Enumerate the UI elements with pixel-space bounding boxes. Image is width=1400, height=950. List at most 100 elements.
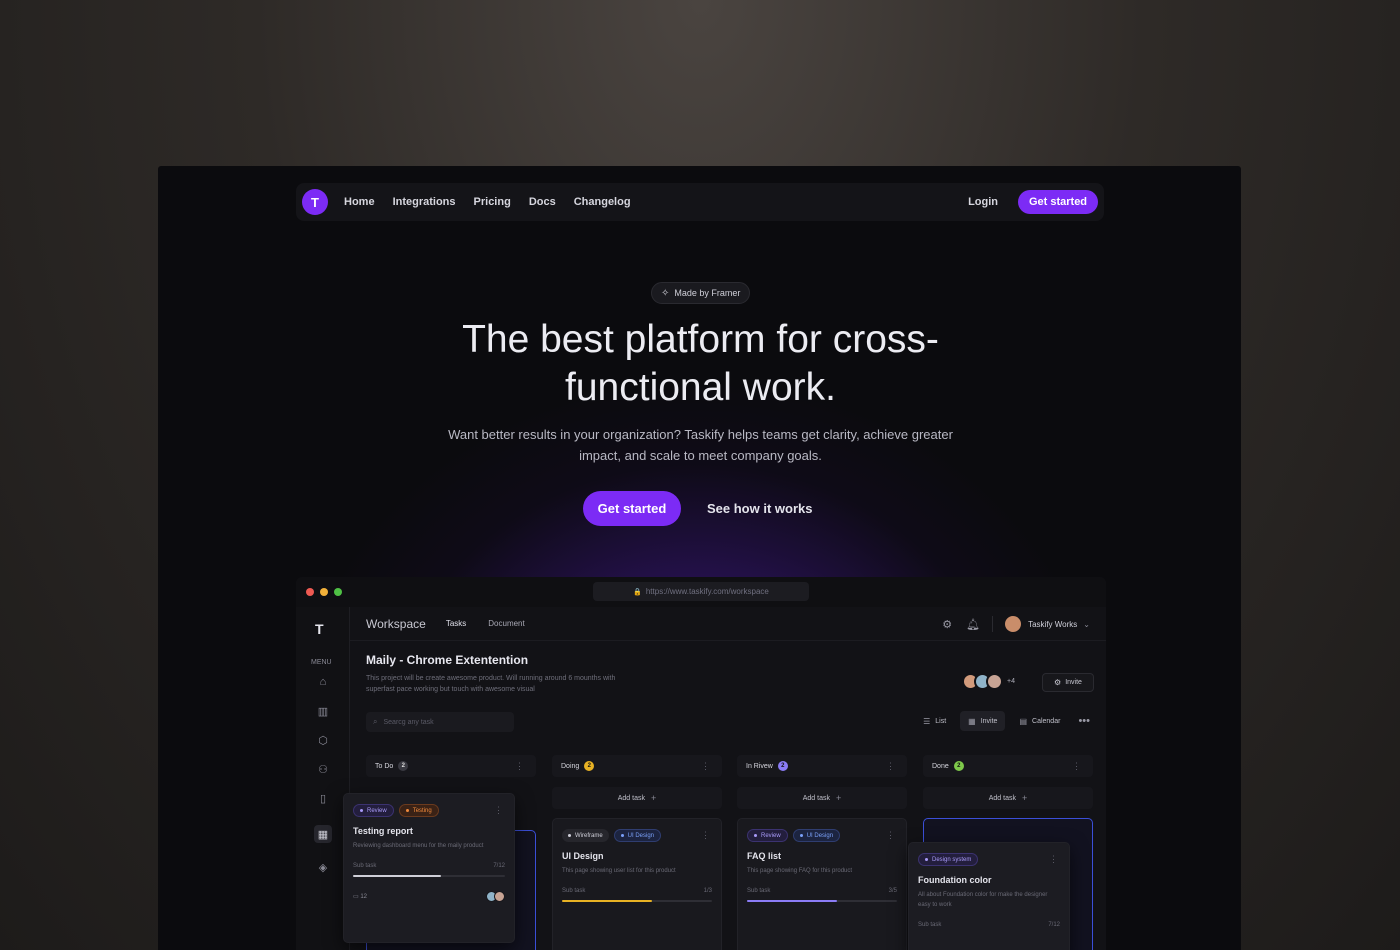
project-title: Maily - Chrome Extentention	[366, 653, 529, 667]
sidebar-logo[interactable]: T	[315, 621, 324, 637]
add-task-button[interactable]: Add task +	[737, 787, 907, 809]
tag-icon[interactable]: ◈	[314, 858, 332, 876]
progress-bar	[562, 900, 712, 902]
subtask-progress: 3/5	[888, 888, 897, 894]
column-header-todo[interactable]: To Do 2 ⋮	[366, 755, 536, 777]
box-icon[interactable]: ⬡	[314, 731, 332, 749]
made-by-framer-badge[interactable]: ✧ Made by Framer	[651, 282, 751, 304]
browser-frame: T Home Integrations Pricing Docs Changel…	[158, 166, 1241, 950]
nav-link-home[interactable]: Home	[344, 196, 375, 208]
column-count: 2	[777, 761, 788, 771]
kebab-icon[interactable]: ⋮	[886, 830, 895, 841]
avatar	[494, 891, 505, 902]
view-board[interactable]: ▦ Invite	[960, 711, 1006, 731]
tab-tasks[interactable]: Tasks	[446, 619, 466, 628]
column-header-doing[interactable]: Doing 2 ⋮	[552, 755, 722, 777]
view-list[interactable]: ☰ List	[915, 711, 954, 731]
kebab-icon[interactable]: ⋮	[701, 761, 710, 772]
minimize-dot[interactable]	[320, 588, 328, 596]
tag-review: Review	[353, 804, 394, 817]
top-navigation: T Home Integrations Pricing Docs Changel…	[296, 183, 1104, 221]
users-icon[interactable]: ⚇	[314, 760, 332, 778]
tag-label: UI Design	[627, 832, 655, 839]
see-how-it-works-link[interactable]: See how it works	[707, 501, 812, 516]
subtask-row: Sub task 7/12	[353, 863, 505, 869]
tag-ui-design: UI Design	[792, 829, 841, 842]
kebab-icon[interactable]: ⋮	[494, 805, 503, 816]
column-header-done[interactable]: Done 2 ⋮	[923, 755, 1093, 777]
column-title: In Rivew	[746, 762, 773, 770]
add-task-button[interactable]: Add task +	[552, 787, 722, 809]
taskify-logo[interactable]: T	[302, 189, 328, 215]
tag-bullet	[620, 834, 624, 837]
document-icon[interactable]: ▯	[314, 789, 332, 807]
kebab-icon[interactable]: ⋮	[701, 830, 710, 841]
kebab-icon[interactable]: ⋮	[886, 761, 895, 772]
view-calendar[interactable]: ▤ Calendar	[1011, 711, 1068, 731]
kebab-icon[interactable]: ⋮	[1049, 854, 1058, 865]
nav-link-changelog[interactable]: Changelog	[574, 196, 631, 208]
column-title: To Do	[375, 762, 394, 770]
card-description: Reviewing dashboard menu for the maily p…	[353, 843, 484, 849]
add-task-button[interactable]: Add task +	[923, 787, 1093, 809]
app-sidebar: T MENU ⌂ ▥ ⬡ ⚇ ▯ ▦ ◈	[296, 607, 350, 950]
subtask-label: Sub task	[562, 888, 586, 894]
task-card-testing-report[interactable]: Review Testing ⋮ Testing report Reviewin…	[343, 793, 515, 943]
url-text: https://www.taskify.com/workspace	[645, 587, 769, 596]
progress-fill	[562, 900, 652, 902]
gear-icon: ⚙	[1054, 678, 1062, 687]
list-icon: ☰	[923, 716, 931, 726]
tag-design-system: Design system	[918, 853, 979, 866]
tab-document[interactable]: Document	[488, 619, 524, 628]
column-count: 2	[953, 761, 964, 771]
subtask-label: Sub task	[353, 863, 377, 869]
maximize-dot[interactable]	[334, 588, 342, 596]
tag-label: Wireframe	[575, 832, 603, 839]
bell-icon[interactable]: 🔔︎	[966, 618, 980, 631]
kebab-icon[interactable]: ⋮	[1072, 761, 1081, 772]
task-card-ui-design[interactable]: Wireframe UI Design ⋮ UI Design This pag…	[552, 818, 722, 950]
card-tags: Review UI Design	[747, 829, 897, 842]
chart-icon[interactable]: ▥	[314, 702, 332, 720]
user-avatar[interactable]	[1005, 616, 1022, 632]
settings-icon[interactable]: ⚙	[942, 618, 952, 631]
tag-bullet	[360, 809, 363, 812]
card-title: Foundation color	[918, 875, 992, 885]
app-main: Workspace Tasks Document ⚙ 🔔︎ Taskify Wo…	[343, 607, 1106, 950]
member-avatars[interactable]: +4	[962, 673, 1015, 690]
tag-bullet	[568, 834, 571, 837]
column-count: 2	[398, 761, 409, 771]
progress-fill	[353, 875, 442, 877]
tag-label: Review	[761, 832, 781, 839]
nav-link-pricing[interactable]: Pricing	[474, 196, 511, 208]
kebab-icon[interactable]: ⋮	[515, 761, 524, 772]
nav-get-started-button[interactable]: Get started	[1018, 190, 1098, 214]
user-name[interactable]: Taskify Works	[1028, 620, 1077, 629]
plus-icon: +	[835, 793, 842, 803]
home-icon[interactable]: ⌂	[314, 673, 332, 691]
nav-link-docs[interactable]: Docs	[529, 196, 556, 208]
hero-subtitle: Want better results in your organization…	[448, 427, 953, 463]
topbar-actions: ⚙ 🔔︎ Taskify Works ⌄	[928, 607, 1090, 641]
task-card-faq-list[interactable]: Review UI Design ⋮ FAQ list This page sh…	[737, 818, 907, 950]
divider	[992, 616, 994, 632]
url-bar[interactable]: 🔒 https://www.taskify.com/workspace	[593, 582, 809, 601]
sidebar-menu-label: MENU	[311, 659, 332, 666]
card-footer: ▭ 12	[353, 891, 505, 902]
hero-get-started-button[interactable]: Get started	[583, 491, 681, 526]
board-icon[interactable]: ▦	[314, 825, 332, 843]
invite-button[interactable]: ⚙ Invite	[1042, 673, 1094, 692]
column-header-in-review[interactable]: In Rivew 2 ⋮	[737, 755, 907, 777]
column-count: 2	[584, 761, 595, 771]
board-icon: ▦	[968, 716, 976, 726]
close-dot[interactable]	[306, 588, 314, 596]
tag-label: UI Design	[806, 832, 834, 839]
card-title: Testing report	[353, 826, 413, 836]
comments-count: ▭ 12	[353, 893, 367, 900]
more-options-icon[interactable]: •••	[1078, 715, 1090, 727]
task-search-input[interactable]: ⌕ Searcg any task	[366, 712, 514, 732]
task-card-foundation-color[interactable]: Design system ⋮ Foundation color All abo…	[908, 842, 1070, 950]
login-link[interactable]: Login	[968, 196, 998, 208]
nav-link-integrations[interactable]: Integrations	[393, 196, 456, 208]
chevron-down-icon[interactable]: ⌄	[1083, 620, 1090, 629]
